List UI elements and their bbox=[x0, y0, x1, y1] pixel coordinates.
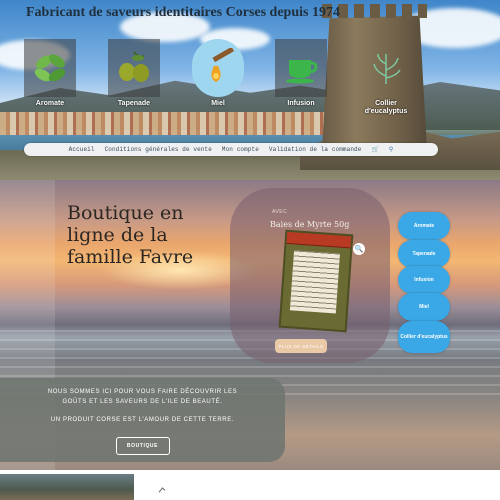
side-button-infusion[interactable]: Infusion bbox=[398, 266, 450, 294]
side-button-tapenade[interactable]: Tapenade bbox=[398, 240, 450, 268]
side-button-aromate[interactable]: Aromate bbox=[398, 212, 450, 240]
category-label: Collier d'eucalyptus bbox=[364, 100, 408, 115]
category-tile-collier-eucalyptus[interactable]: Collier d'eucalyptus bbox=[360, 39, 412, 115]
nav-validation-commande[interactable]: Validation de la commande bbox=[269, 146, 362, 153]
bottom-photo bbox=[0, 474, 134, 500]
eucalyptus-sprig-icon bbox=[360, 39, 412, 97]
search-icon[interactable]: ⚲ bbox=[389, 146, 393, 153]
category-label: Infusion bbox=[287, 100, 315, 107]
teacup-icon bbox=[275, 39, 327, 97]
accent-mark bbox=[158, 487, 166, 495]
nav-conditions-generales[interactable]: Conditions générales de vente bbox=[105, 146, 212, 153]
nav-accueil[interactable]: Accueil bbox=[69, 146, 95, 153]
category-tile-tapenade[interactable]: Tapenade bbox=[108, 39, 160, 111]
zoom-icon[interactable]: 🔍 bbox=[353, 243, 365, 255]
intro-line-1: NOUS SOMMES ICI POUR VOUS FAIRE DÉCOUVRI… bbox=[47, 389, 238, 395]
intro-line-2: GOÛTS ET LES SAVEURS DE L'ILE DE BEAUTÉ. bbox=[62, 399, 223, 405]
cart-icon[interactable]: 🛒 bbox=[371, 146, 378, 153]
olives-icon bbox=[108, 39, 160, 97]
category-tile-miel[interactable]: Miel bbox=[192, 39, 244, 111]
product-image[interactable] bbox=[278, 229, 354, 333]
page-title: Boutique en ligne de la famille Favre bbox=[67, 202, 194, 268]
category-label: Aromate bbox=[35, 100, 65, 107]
pack-label bbox=[289, 250, 340, 314]
honey-drizzle-icon bbox=[192, 39, 244, 97]
category-tile-infusion[interactable]: Infusion bbox=[275, 39, 327, 111]
intro-panel: NOUS SOMMES ICI POUR VOUS FAIRE DÉCOUVRI… bbox=[0, 378, 285, 462]
side-button-collier-eucalyptus[interactable]: Collier d'eucalyptus bbox=[398, 321, 450, 353]
category-tile-aromate[interactable]: Aromate bbox=[24, 39, 76, 111]
boutique-button[interactable]: BOUTIQUE bbox=[115, 437, 170, 455]
category-label: Miel bbox=[211, 100, 225, 107]
herb-leaves-icon bbox=[24, 39, 76, 97]
intro-line-3: UN PRODUIT CORSE EST L'AMOUR DE CETTE TE… bbox=[50, 417, 235, 423]
shop-banner: Boutique en ligne de la famille Favre AV… bbox=[0, 180, 500, 470]
side-button-miel[interactable]: Miel bbox=[398, 293, 450, 321]
main-navigation: Accueil Conditions générales de vente Mo… bbox=[24, 143, 438, 156]
product-details-button[interactable]: PLUS DE DÉTAILS bbox=[275, 339, 327, 353]
site-title: Fabricant de saveurs identitaires Corses… bbox=[26, 5, 340, 20]
product-name[interactable]: Baies de Myrte 50g bbox=[270, 220, 349, 229]
product-tag: AVEC bbox=[272, 209, 288, 215]
category-label: Tapenade bbox=[117, 100, 151, 107]
nav-mon-compte[interactable]: Mon compte bbox=[222, 146, 259, 153]
pack-header bbox=[286, 231, 352, 249]
